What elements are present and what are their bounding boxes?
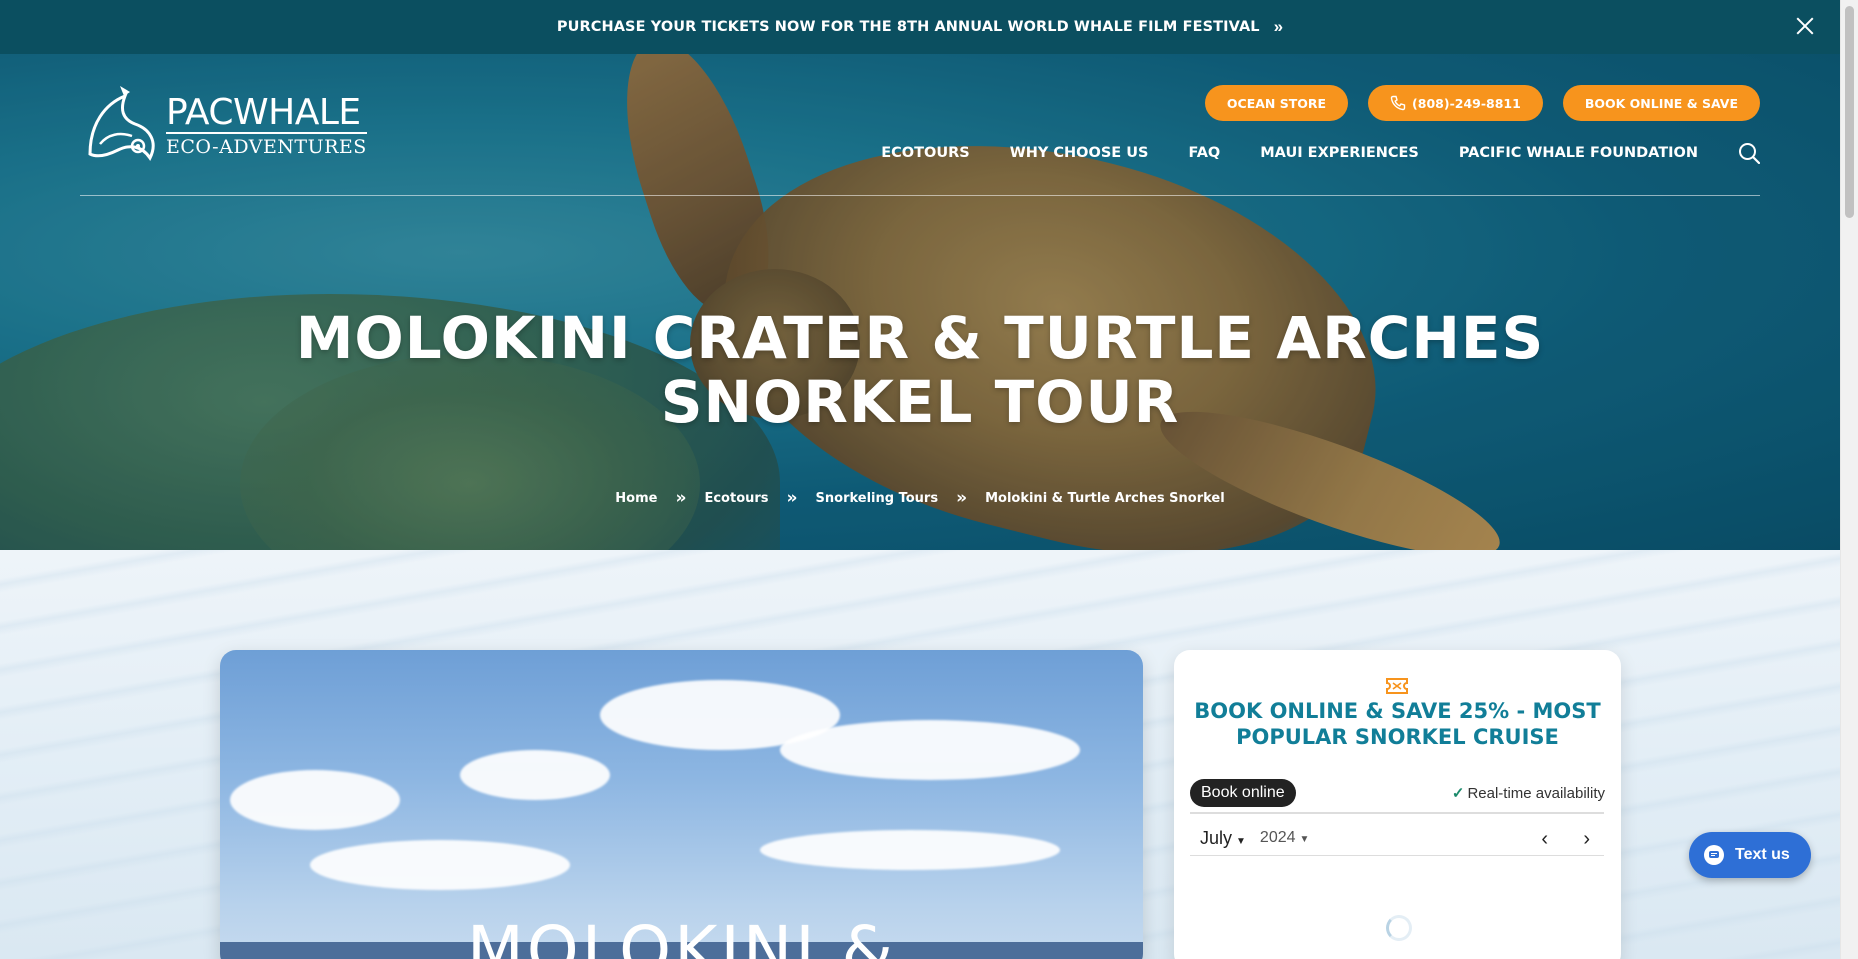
cloud-shape xyxy=(780,720,1080,780)
hero-section: PACWHALE ECO-ADVENTURES OCEAN STORE (808… xyxy=(0,54,1840,550)
page-title-line2: SNORKEL TOUR xyxy=(660,368,1180,436)
site-logo[interactable]: PACWHALE ECO-ADVENTURES xyxy=(80,84,367,168)
breadcrumb: Home » Ecotours » Snorkeling Tours » Mol… xyxy=(0,488,1840,508)
calendar-divider xyxy=(1190,812,1604,814)
phone-label: (808)-249-8811 xyxy=(1412,95,1521,111)
page-title-line1: MOLOKINI CRATER & TURTLE ARCHES xyxy=(295,304,1545,372)
cloud-shape xyxy=(460,750,610,800)
year-select[interactable]: 2024 ▼ xyxy=(1260,829,1310,847)
breadcrumb-ecotours[interactable]: Ecotours xyxy=(704,491,768,506)
double-chevron-right-icon[interactable]: » xyxy=(1274,17,1283,37)
book-online-label: BOOK ONLINE & SAVE xyxy=(1584,95,1738,111)
breadcrumb-snorkeling-tours[interactable]: Snorkeling Tours xyxy=(816,491,939,506)
tour-photo: MOLOKINI & xyxy=(220,650,1143,959)
photo-heading: MOLOKINI & xyxy=(466,912,897,959)
header-actions: OCEAN STORE (808)-249-8811 BOOK ONLINE &… xyxy=(1204,85,1760,121)
realtime-availability: ✓ Real-time availability xyxy=(1452,784,1605,802)
next-month-icon[interactable]: › xyxy=(1583,828,1590,851)
booking-title: BOOK ONLINE & SAVE 25% - MOST POPULAR SN… xyxy=(1194,699,1601,749)
phone-icon xyxy=(1390,95,1406,111)
loading-spinner xyxy=(1386,915,1412,941)
main-navigation: ECOTOURS WHY CHOOSE US FAQ MAUI EXPERIEN… xyxy=(841,142,1760,164)
chat-bubble-icon xyxy=(1704,845,1724,865)
breadcrumb-separator-icon: » xyxy=(786,488,798,508)
page-scrollbar[interactable] xyxy=(1840,0,1858,959)
breadcrumb-home[interactable]: Home xyxy=(615,491,657,506)
cloud-shape xyxy=(310,840,570,890)
breadcrumb-separator-icon: » xyxy=(956,488,968,508)
close-icon[interactable] xyxy=(1792,13,1818,39)
ocean-store-label: OCEAN STORE xyxy=(1226,95,1327,111)
realtime-label: Real-time availability xyxy=(1467,785,1605,802)
logo-subtitle: ECO-ADVENTURES xyxy=(166,132,367,158)
cloud-shape xyxy=(230,770,400,830)
check-icon: ✓ xyxy=(1451,785,1465,802)
month-select[interactable]: July ▼ xyxy=(1200,828,1246,849)
month-value: July xyxy=(1200,827,1233,848)
text-us-button[interactable]: Text us xyxy=(1689,832,1811,878)
ocean-store-button[interactable]: OCEAN STORE xyxy=(1204,85,1349,121)
header-divider xyxy=(80,195,1760,196)
search-icon[interactable] xyxy=(1738,142,1760,164)
nav-faq[interactable]: FAQ xyxy=(1188,145,1220,161)
phone-button[interactable]: (808)-249-8811 xyxy=(1368,85,1543,121)
page-title: MOLOKINI CRATER & TURTLE ARCHES SNORKEL … xyxy=(0,306,1840,434)
nav-ecotours[interactable]: ECOTOURS xyxy=(881,145,969,161)
previous-month-icon[interactable]: ‹ xyxy=(1541,828,1548,851)
nav-pacific-whale-foundation[interactable]: PACIFIC WHALE FOUNDATION xyxy=(1459,145,1698,161)
nav-maui-experiences[interactable]: MAUI EXPERIENCES xyxy=(1260,145,1419,161)
text-us-label: Text us xyxy=(1735,846,1790,863)
cloud-shape xyxy=(760,830,1060,870)
caret-down-icon: ▼ xyxy=(1299,834,1310,845)
whale-logo-icon xyxy=(88,86,155,161)
nav-why-choose-us[interactable]: WHY CHOOSE US xyxy=(1010,145,1149,161)
calendar-divider xyxy=(1190,855,1604,856)
year-value: 2024 xyxy=(1259,829,1296,846)
caret-down-icon: ▼ xyxy=(1236,835,1246,847)
scrollbar-thumb[interactable] xyxy=(1845,6,1854,218)
booking-widget: BOOK ONLINE & SAVE 25% - MOST POPULAR SN… xyxy=(1174,650,1621,959)
book-online-tab[interactable]: Book online xyxy=(1190,779,1296,807)
calendar-header: July ▼ 2024 ▼ ‹ › xyxy=(1190,820,1604,856)
breadcrumb-current: Molokini & Turtle Arches Snorkel xyxy=(985,490,1225,506)
announcement-bar: PURCHASE YOUR TICKETS NOW FOR THE 8TH AN… xyxy=(0,0,1840,54)
logo-title: PACWHALE xyxy=(166,92,361,133)
announcement-link[interactable]: PURCHASE YOUR TICKETS NOW FOR THE 8TH AN… xyxy=(557,19,1260,35)
ticket-icon xyxy=(1386,678,1408,694)
book-online-button[interactable]: BOOK ONLINE & SAVE xyxy=(1562,85,1760,121)
breadcrumb-separator-icon: » xyxy=(675,488,687,508)
